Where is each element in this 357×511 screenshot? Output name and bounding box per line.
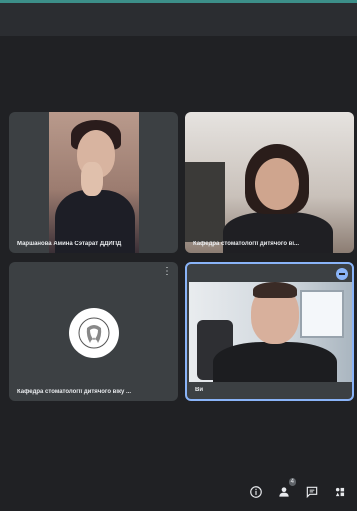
participant-tile-self[interactable]: Ви (185, 262, 354, 401)
more-options-icon[interactable]: ⋮ (162, 266, 172, 277)
participant-name: Кафедра стоматології дитячого віку ... (17, 389, 132, 395)
activities-icon[interactable] (331, 483, 349, 501)
participants-count: 4 (288, 478, 296, 486)
tooth-logo-icon (78, 317, 110, 349)
avatar (69, 308, 119, 358)
participant-tile[interactable]: ⋮ Кафедра стоматології дитячого віку ... (9, 262, 178, 401)
chat-icon[interactable] (303, 483, 321, 501)
participant-tile[interactable]: Кафедра стоматології дитячого ві... (185, 112, 354, 253)
participant-name: Ви (195, 387, 204, 393)
participant-video (189, 282, 352, 382)
meeting-controls: 4 (247, 478, 349, 501)
participant-video (185, 112, 354, 253)
speaking-indicator-icon (336, 268, 348, 280)
participant-name: Маршанова Амина Сэтарат ДДИПД (17, 241, 122, 247)
participant-tile[interactable]: Маршанова Амина Сэтарат ДДИПД (9, 112, 178, 253)
top-bar (0, 0, 357, 36)
people-icon[interactable]: 4 (275, 478, 296, 501)
participant-video (49, 112, 139, 253)
info-icon[interactable] (247, 483, 265, 501)
participant-name: Кафедра стоматології дитячого ві... (193, 241, 300, 247)
